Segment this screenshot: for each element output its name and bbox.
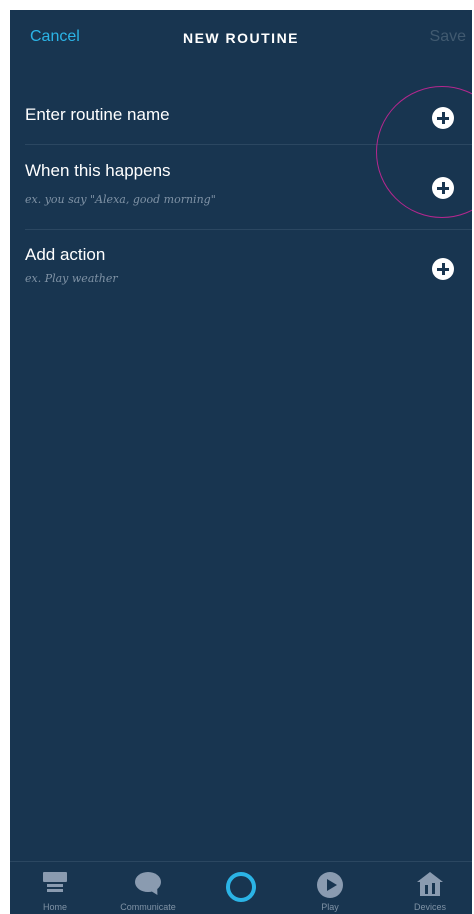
tab-play-label: Play [321, 902, 339, 912]
play-icon [317, 872, 343, 898]
home-icon [43, 872, 67, 894]
when-this-happens-label: When this happens [25, 161, 171, 180]
bottom-tab-bar: Home Communicate Play Devices [10, 861, 472, 914]
when-this-happens-hint: ex. you say "Alexa, good morning" [25, 193, 216, 206]
add-action-hint: ex. Play weather [25, 272, 118, 285]
devices-icon [417, 872, 443, 896]
add-action-label: Add action [25, 245, 106, 264]
page-title: NEW ROUTINE [182, 30, 300, 46]
tab-home[interactable]: Home [25, 862, 85, 914]
header-bar: Cancel NEW ROUTINE Save [10, 10, 472, 66]
save-button[interactable]: Save [430, 28, 466, 46]
tab-alexa[interactable] [213, 862, 269, 914]
tab-communicate[interactable]: Communicate [110, 862, 186, 914]
chat-bubble-icon [135, 872, 161, 898]
tab-devices-label: Devices [413, 902, 446, 912]
alexa-icon [226, 872, 256, 902]
tab-communicate-label: Communicate [120, 902, 176, 912]
tab-home-label: Home [42, 902, 67, 912]
add-action-plus-icon[interactable] [432, 258, 454, 280]
divider [25, 229, 472, 230]
tab-devices[interactable]: Devices [400, 862, 460, 914]
routine-name-label: Enter routine name [25, 105, 170, 124]
tab-play[interactable]: Play [302, 862, 358, 914]
add-action-row[interactable]: Add action ex. Play weather [10, 242, 472, 302]
routine-editor-screen: Cancel NEW ROUTINE Save Enter routine na… [10, 10, 472, 914]
